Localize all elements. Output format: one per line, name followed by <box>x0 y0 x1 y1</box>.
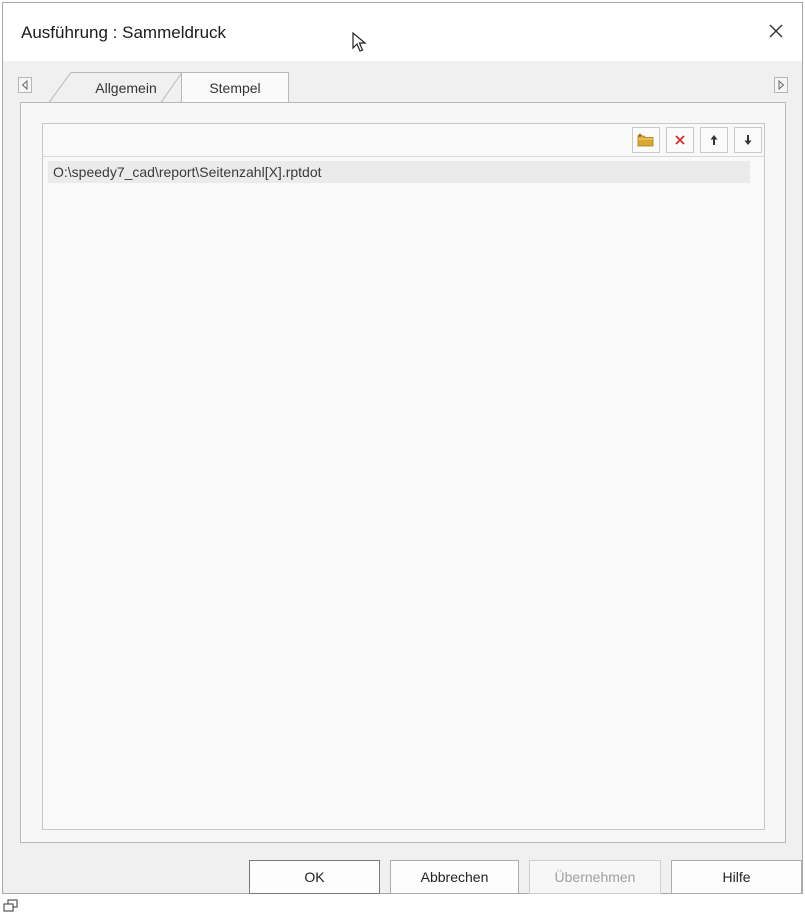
restore-window-icon <box>3 899 19 918</box>
move-up-button[interactable] <box>700 127 728 153</box>
tab-scroll-left-button[interactable] <box>18 77 32 93</box>
help-button[interactable]: Hilfe <box>671 860 802 894</box>
arrow-up-icon <box>710 135 718 145</box>
mouse-cursor-icon <box>351 31 369 58</box>
close-button[interactable] <box>756 13 796 49</box>
dialog-window: Ausführung : Sammeldruck Allgemein Stemp… <box>2 2 803 894</box>
tab-label: Stempel <box>209 80 261 96</box>
arrow-down-icon <box>744 135 752 145</box>
tab-scroll-right-button[interactable] <box>774 77 788 93</box>
add-folder-icon <box>637 133 654 147</box>
tab-strip: Allgemein Stempel <box>3 61 802 103</box>
triangle-left-icon <box>21 80 28 90</box>
stamp-file-path: O:\speedy7_cad\report\Seitenzahl[X].rptd… <box>53 164 322 180</box>
tab-label: Allgemein <box>95 79 157 96</box>
delete-icon <box>675 135 685 145</box>
tab-allgemein[interactable]: Allgemein <box>49 72 183 103</box>
dialog-title: Ausführung : Sammeldruck <box>21 23 227 42</box>
tab-stempel[interactable]: Stempel <box>181 72 289 103</box>
tab-content-frame: O:\speedy7_cad\report\Seitenzahl[X].rptd… <box>20 102 786 843</box>
title-bar: Ausführung : Sammeldruck <box>3 3 802 61</box>
apply-button[interactable]: Übernehmen <box>529 860 661 894</box>
close-icon <box>769 24 783 38</box>
move-down-button[interactable] <box>734 127 762 153</box>
triangle-right-icon <box>778 80 785 90</box>
cancel-button[interactable]: Abbrechen <box>390 860 519 894</box>
ok-button[interactable]: OK <box>249 860 380 894</box>
delete-stamp-button[interactable] <box>666 127 694 153</box>
stamp-list-panel: O:\speedy7_cad\report\Seitenzahl[X].rptd… <box>42 123 765 830</box>
toolbar-separator <box>43 156 764 157</box>
list-item[interactable]: O:\speedy7_cad\report\Seitenzahl[X].rptd… <box>48 161 750 183</box>
add-stamp-button[interactable] <box>632 127 660 153</box>
